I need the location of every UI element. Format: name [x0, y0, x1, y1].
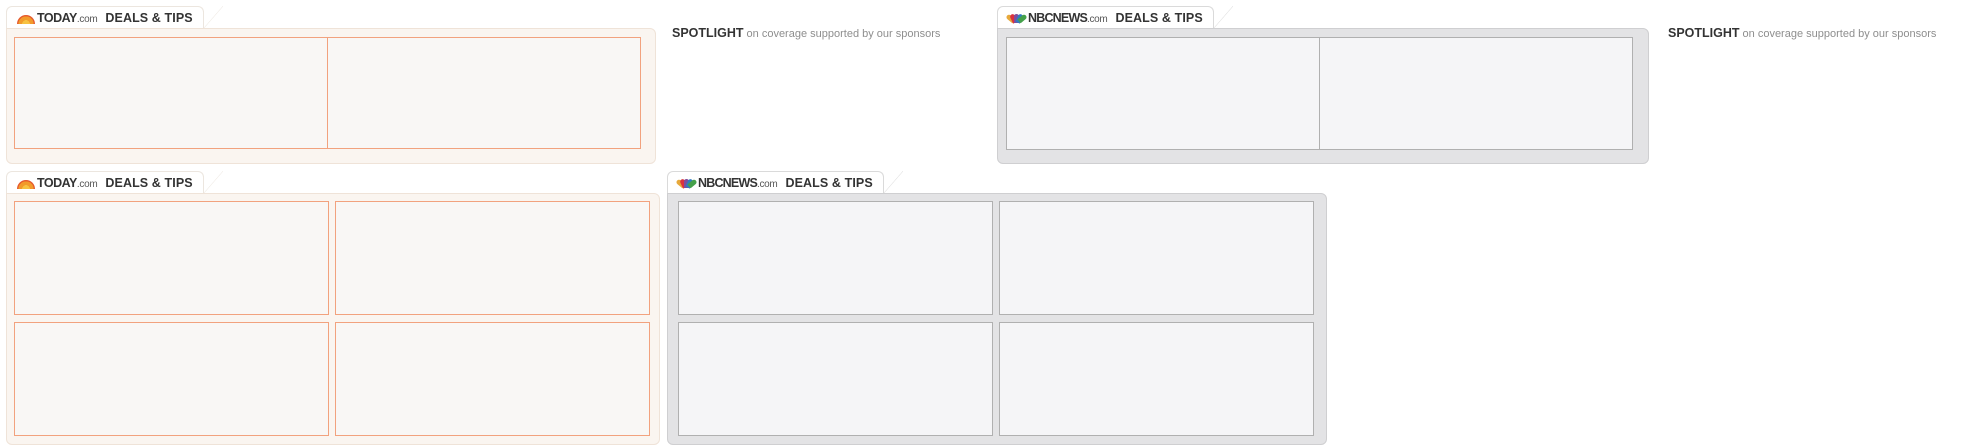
- logo-suffix: .com: [1086, 14, 1108, 25]
- nbc-logo[interactable]: NBCNEWS .com: [675, 176, 785, 190]
- spotlight-caption: SPOTLIGHT on coverage supported by our sp…: [1668, 26, 1936, 40]
- ad-slot[interactable]: [335, 201, 650, 315]
- ad-slot[interactable]: [335, 322, 650, 436]
- widget-tab: TODAY .com DEALS & TIPS: [6, 171, 223, 194]
- widget-panel: [6, 28, 656, 164]
- ad-slot[interactable]: [678, 201, 993, 315]
- ad-slot[interactable]: [14, 322, 329, 436]
- nbc-logo[interactable]: NBCNEWS .com: [1005, 11, 1115, 25]
- widget-panel: [997, 28, 1649, 164]
- logo-brand: NBCNEWS: [698, 176, 758, 190]
- ad-slot[interactable]: [999, 201, 1314, 315]
- widget-panel: [667, 193, 1327, 445]
- nbc-deals-widget-2-slot: NBCNEWS .com DEALS & TIPS: [997, 6, 1649, 164]
- logo-suffix: .com: [756, 179, 778, 190]
- nbc-peacock-logo-icon: [675, 178, 698, 189]
- spotlight-text: on coverage supported by our sponsors: [746, 28, 941, 40]
- today-logo[interactable]: TODAY .com: [17, 11, 105, 25]
- ad-slot[interactable]: [1319, 37, 1633, 150]
- logo-brand: TODAY: [37, 11, 77, 25]
- spotlight-text: on coverage supported by our sponsors: [1742, 28, 1937, 40]
- logo-suffix: .com: [76, 14, 98, 25]
- spotlight-caption: SPOTLIGHT on coverage supported by our sp…: [672, 26, 940, 40]
- widget-title: DEALS & TIPS: [1115, 11, 1203, 25]
- widget-tab: NBCNEWS .com DEALS & TIPS: [667, 171, 903, 194]
- logo-brand: NBCNEWS: [1028, 11, 1088, 25]
- today-deals-widget-4-slot: TODAY .com DEALS & TIPS: [6, 171, 660, 445]
- nbc-deals-widget-4-slot: NBCNEWS .com DEALS & TIPS: [667, 171, 1327, 445]
- today-logo[interactable]: TODAY .com: [17, 176, 105, 190]
- today-sun-logo-icon: [17, 14, 35, 24]
- ad-slot[interactable]: [678, 322, 993, 436]
- ad-slot[interactable]: [327, 37, 641, 149]
- nbc-peacock-logo-icon: [1005, 13, 1028, 24]
- ad-slot[interactable]: [14, 37, 328, 149]
- logo-suffix: .com: [76, 179, 98, 190]
- widget-title: DEALS & TIPS: [105, 176, 193, 190]
- widget-title: DEALS & TIPS: [785, 176, 873, 190]
- today-deals-widget-2-slot: TODAY .com DEALS & TIPS: [6, 6, 656, 164]
- logo-brand: TODAY: [37, 176, 77, 190]
- spotlight-label: SPOTLIGHT: [672, 26, 744, 40]
- ad-slot[interactable]: [999, 322, 1314, 436]
- widget-tab: NBCNEWS .com DEALS & TIPS: [997, 6, 1233, 29]
- widget-title: DEALS & TIPS: [105, 11, 193, 25]
- ad-slot[interactable]: [1006, 37, 1320, 150]
- widget-panel: [6, 193, 660, 445]
- widget-tab: TODAY .com DEALS & TIPS: [6, 6, 223, 29]
- today-sun-logo-icon: [17, 179, 35, 189]
- spotlight-label: SPOTLIGHT: [1668, 26, 1740, 40]
- ad-slot[interactable]: [14, 201, 329, 315]
